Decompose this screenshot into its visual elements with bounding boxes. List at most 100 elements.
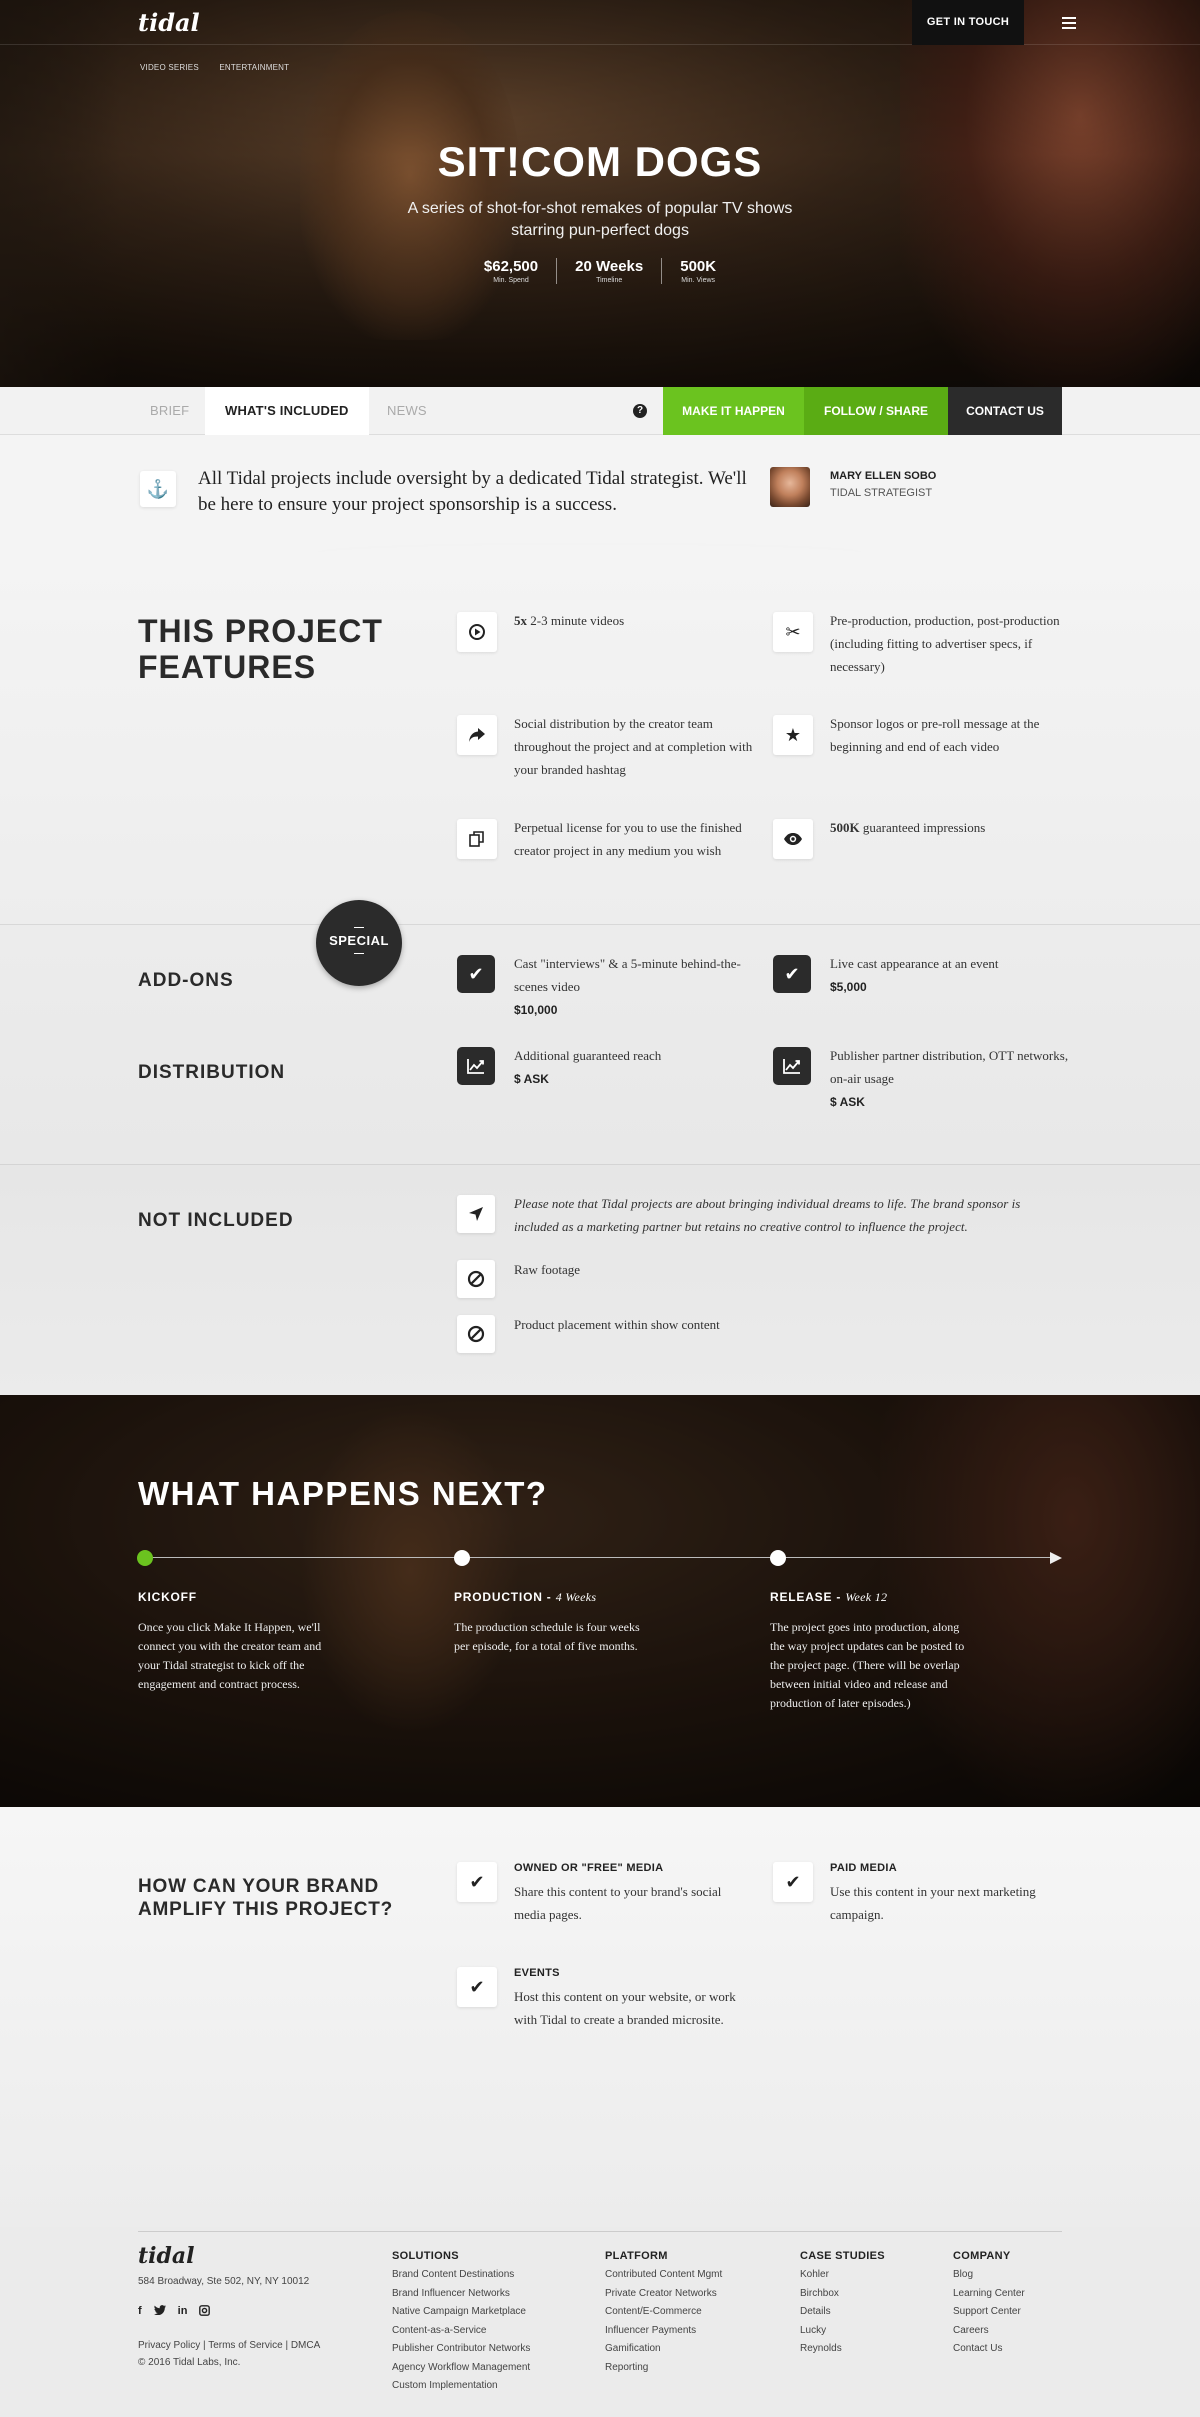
footer-link[interactable]: Content-as-a-Service — [392, 2322, 530, 2341]
features-title-line2: FEATURES — [138, 649, 317, 685]
distribution-title: DISTRIBUTION — [138, 1062, 286, 1083]
contact-us-button[interactable]: CONTACT US — [948, 387, 1062, 435]
not-included-note: Please note that Tidal projects are abou… — [514, 1196, 1021, 1234]
help-icon[interactable]: ? — [633, 404, 647, 418]
amplify-text: Host this content on your website, or wo… — [514, 1989, 736, 2027]
play-circle-icon — [457, 612, 497, 652]
amplify-heading: EVENTS — [514, 1967, 560, 1979]
feature-text: Social distribution by the creator team … — [514, 716, 753, 777]
addon-text: Cast "interviews" & a 5-minute behind-th… — [514, 952, 754, 1022]
step-duration: 4 Weeks — [555, 1590, 597, 1604]
footer-link[interactable]: Content/E-Commerce — [605, 2303, 722, 2322]
feature-text: Pre-production, production, post-product… — [830, 613, 1060, 674]
footer-link[interactable]: Brand Influencer Networks — [392, 2285, 530, 2304]
make-it-happen-button[interactable]: MAKE IT HAPPEN — [663, 387, 804, 435]
get-in-touch-button[interactable]: GET IN TOUCH — [912, 0, 1024, 45]
social-links: f in — [138, 2305, 211, 2319]
timeline-arrow-icon — [1050, 1552, 1062, 1564]
footer-link[interactable]: Birchbox — [800, 2285, 885, 2304]
footer-link[interactable]: Reynolds — [800, 2340, 885, 2359]
step-text: Once you click Make It Happen, we'll con… — [138, 1620, 322, 1691]
footer-link[interactable]: Support Center — [953, 2303, 1025, 2322]
hero-vignette — [0, 0, 1200, 387]
project-features: THIS PROJECT FEATURES 5x 2-3 minute vide… — [0, 555, 1200, 925]
features-title-line1: THIS PROJECT — [138, 613, 383, 649]
footer-link[interactable]: Reporting — [605, 2359, 722, 2378]
amplify-heading: OWNED OR "FREE" MEDIA — [514, 1862, 664, 1874]
addons-title: ADD-ONS — [138, 970, 234, 991]
distribution-desc: Publisher partner distribution, OTT netw… — [830, 1048, 1069, 1086]
stat-value: 20 Weeks — [575, 258, 644, 275]
follow-share-button[interactable]: FOLLOW / SHARE — [804, 387, 948, 435]
footer-link[interactable]: Gamification — [605, 2340, 722, 2359]
footer-link[interactable]: Careers — [953, 2322, 1025, 2341]
instagram-icon[interactable] — [199, 2305, 211, 2319]
strategist-message: All Tidal projects include oversight by … — [198, 468, 747, 515]
chart-trend-icon[interactable] — [773, 1047, 811, 1085]
distribution-text: Publisher partner distribution, OTT netw… — [830, 1044, 1070, 1114]
tab-whats-included[interactable]: WHAT'S INCLUDED — [205, 387, 369, 435]
footer-col-heading: COMPANY — [953, 2250, 1011, 2262]
stat-label: Min. Spend — [493, 277, 529, 284]
timeline-line — [145, 1557, 1060, 1558]
feature-desc: 2-3 minute videos — [527, 613, 625, 628]
footer-link[interactable]: Native Campaign Marketplace — [392, 2303, 530, 2322]
breadcrumb-entertainment[interactable]: ENTERTAINMENT — [219, 63, 289, 72]
menu-button[interactable] — [1024, 0, 1114, 45]
footer-link[interactable]: Blog — [953, 2266, 1025, 2285]
breadcrumb: VIDEO SERIES ENTERTAINMENT — [140, 63, 307, 72]
legal-links[interactable]: Privacy Policy | Terms of Service | DMCA — [138, 2337, 320, 2354]
footer-link[interactable]: Agency Workflow Management — [392, 2359, 530, 2378]
addon-price: $10,000 — [514, 1003, 558, 1017]
stat-min-views: 500K Min. Views — [662, 258, 734, 284]
twitter-icon[interactable] — [153, 2305, 166, 2319]
footer-link[interactable]: Brand Content Destinations — [392, 2266, 530, 2285]
special-badge: SPECIAL — [316, 900, 402, 986]
addon-desc: Cast "interviews" & a 5-minute behind-th… — [514, 956, 741, 994]
strategist-name: MARY ELLEN SOBO — [830, 470, 937, 482]
footer-link[interactable]: Publisher Contributor Networks — [392, 2340, 530, 2359]
linkedin-icon[interactable]: in — [178, 2305, 188, 2319]
checkbox-checked-icon[interactable]: ✔ — [773, 955, 811, 993]
timeline-dot-release — [770, 1550, 786, 1566]
logo[interactable]: tidal — [138, 8, 200, 37]
footer-col-solutions: SOLUTIONS Brand Content Destinations Bra… — [392, 2250, 530, 2396]
addons-section: SPECIAL ADD-ONS DISTRIBUTION ✔ Cast "int… — [0, 900, 1200, 1165]
footer-link[interactable]: Details — [800, 2303, 885, 2322]
chart-trend-icon[interactable] — [457, 1047, 495, 1085]
badge-dash-bottom — [354, 953, 364, 954]
checkbox-checked-icon[interactable]: ✔ — [457, 955, 495, 993]
footer-address: 584 Broadway, Ste 502, NY, NY 10012 — [138, 2276, 310, 2287]
stat-min-spend: $62,500 Min. Spend — [466, 258, 558, 284]
tab-news[interactable]: NEWS — [387, 387, 427, 435]
footer-link[interactable]: Custom Implementation — [392, 2377, 530, 2396]
footer-link[interactable]: Influencer Payments — [605, 2322, 722, 2341]
stat-label: Timeline — [596, 277, 623, 284]
page-title: SIT!COM DOGS — [437, 138, 763, 185]
checkmark-icon: ✔ — [457, 1967, 497, 2007]
avatar — [770, 467, 810, 507]
addon-price: $5,000 — [830, 980, 867, 994]
footer-link[interactable]: Lucky — [800, 2322, 885, 2341]
footer-divider — [138, 2231, 1062, 2232]
footer-link[interactable]: Learning Center — [953, 2285, 1025, 2304]
not-included-section: NOT INCLUDED Please note that Tidal proj… — [0, 1165, 1200, 1395]
tab-brief[interactable]: BRIEF — [150, 387, 189, 435]
footer-link[interactable]: Private Creator Networks — [605, 2285, 722, 2304]
page-subtitle: A series of shot-for-shot remakes of pop… — [407, 200, 793, 239]
amplify-text: Share this content to your brand's socia… — [514, 1884, 722, 1922]
breadcrumb-video-series[interactable]: VIDEO SERIES — [140, 63, 199, 72]
next-title: WHAT HAPPENS NEXT? — [138, 1475, 548, 1512]
footer-col-case-studies: CASE STUDIES Kohler Birchbox Details Luc… — [800, 2250, 885, 2359]
footer-link[interactable]: Contact Us — [953, 2340, 1025, 2359]
footer-link[interactable]: Kohler — [800, 2266, 885, 2285]
footer-link[interactable]: Contributed Content Mgmt — [605, 2266, 722, 2285]
step-title-label: PRODUCTION - — [454, 1590, 556, 1604]
location-arrow-icon — [457, 1195, 495, 1233]
special-badge-label: SPECIAL — [329, 933, 389, 948]
footer-logo[interactable]: tidal — [138, 2243, 195, 2269]
facebook-icon[interactable]: f — [138, 2305, 142, 2319]
not-included-title: NOT INCLUDED — [138, 1210, 294, 1231]
stat-label: Min. Views — [681, 277, 716, 284]
not-included-item: Raw footage — [514, 1262, 581, 1277]
